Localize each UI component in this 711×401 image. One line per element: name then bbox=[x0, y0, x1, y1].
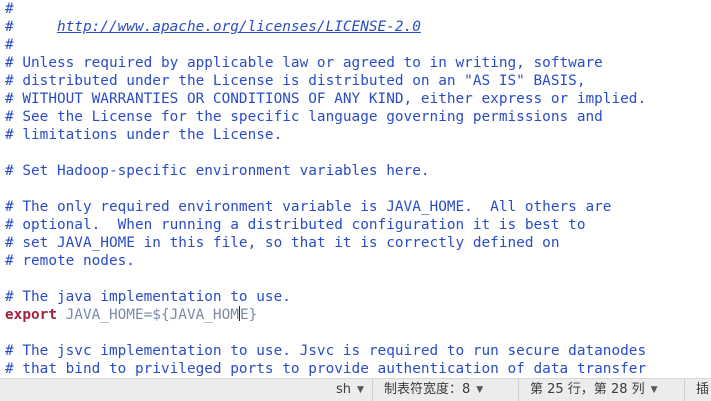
java-home-assignment: JAVA_HOME=${JAVA_HOM bbox=[56, 307, 239, 323]
status-bar: sh ▼ 制表符宽度：8 ▼ 第 25 行，第 28 列 ▼ 插 bbox=[0, 378, 711, 401]
code-line: # limitations under the License. bbox=[5, 127, 283, 143]
code-line: # WITHOUT WARRANTIES OR CONDITIONS OF AN… bbox=[5, 91, 647, 107]
license-url-link[interactable]: http://www.apache.org/licenses/LICENSE-2… bbox=[57, 19, 421, 35]
tab-width-selector[interactable]: 制表符宽度：8 ▼ bbox=[384, 379, 483, 401]
code-line: # remote nodes. bbox=[5, 253, 135, 269]
status-divider bbox=[684, 379, 685, 401]
code-line: # Set Hadoop-specific environment variab… bbox=[5, 163, 430, 179]
code-line: # that bind to privileged ports to provi… bbox=[5, 361, 647, 377]
export-keyword: export bbox=[5, 307, 57, 323]
cursor-position-selector[interactable]: 第 25 行，第 28 列 ▼ bbox=[530, 379, 658, 401]
insert-mode-indicator[interactable]: 插 bbox=[696, 379, 709, 401]
code-line: # bbox=[5, 1, 14, 17]
code-line: # Unless required by applicable law or a… bbox=[5, 55, 603, 71]
code-line-export: export JAVA_HOME=${JAVA_HOME} bbox=[5, 306, 257, 324]
comment-prefix: # bbox=[5, 19, 57, 35]
code-line: # optional. When running a distributed c… bbox=[5, 217, 586, 233]
code-line: # distributed under the License is distr… bbox=[5, 73, 586, 89]
code-line: # The jsvc implementation to use. Jsvc i… bbox=[5, 343, 647, 359]
chevron-down-icon: ▼ bbox=[476, 385, 484, 395]
text-editor-area[interactable]: # # http://www.apache.org/licenses/LICEN… bbox=[0, 0, 711, 378]
cursor-position-label: 第 25 行，第 28 列 bbox=[530, 382, 645, 397]
code-line: # See the License for the specific langu… bbox=[5, 109, 603, 125]
code-line: # bbox=[5, 37, 14, 53]
language-label: sh bbox=[336, 382, 352, 397]
language-selector[interactable]: sh ▼ bbox=[336, 379, 364, 401]
code-line: # http://www.apache.org/licenses/LICENSE… bbox=[5, 18, 421, 36]
java-home-assignment-end: E} bbox=[239, 307, 258, 323]
chevron-down-icon: ▼ bbox=[357, 385, 364, 395]
status-divider bbox=[372, 379, 373, 401]
code-line: # set JAVA_HOME in this file, so that it… bbox=[5, 235, 560, 251]
code-line: # The java implementation to use. bbox=[5, 289, 291, 305]
chevron-down-icon: ▼ bbox=[650, 385, 658, 395]
tab-width-label: 制表符宽度：8 bbox=[384, 382, 471, 397]
status-divider bbox=[518, 379, 519, 401]
code-line: # The only required environment variable… bbox=[5, 199, 612, 215]
